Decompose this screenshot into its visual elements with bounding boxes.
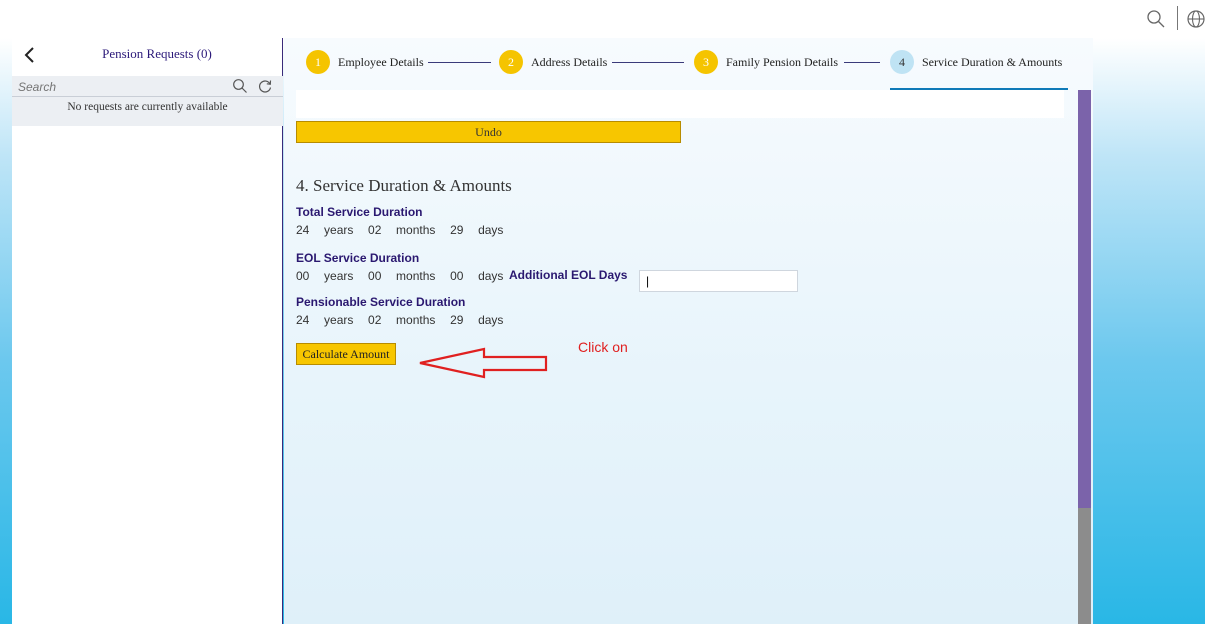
pensionable-service-duration-value: 24 years 02 months 29 days [296,313,504,327]
step-label: Address Details [531,54,608,69]
eol-service-duration-label: EOL Service Duration [296,251,420,265]
pension-requests-panel: Pension Requests (0) No requests are cur… [12,38,283,624]
step-employee-details[interactable]: 1 Employee Details [306,50,424,74]
step-connector [612,62,684,63]
eol-service-duration-value: 00 years 00 months 00 days [296,269,504,283]
empty-state-message: No requests are currently available [12,97,283,126]
total-service-duration-label: Total Service Duration [296,205,423,219]
step-number: 4 [890,50,914,74]
section-title: 4. Service Duration & Amounts [296,176,512,195]
undo-button[interactable]: Undo [296,121,681,143]
step-address-details[interactable]: 2 Address Details [499,50,607,74]
step-number: 1 [306,50,330,74]
globe-icon[interactable] [1186,9,1205,29]
search-bar [12,76,283,97]
panel-header: Pension Requests (0) [12,38,282,74]
step-connector [844,62,880,63]
annotation-arrow-icon [419,347,548,379]
search-icon[interactable] [232,78,248,94]
step-label: Employee Details [338,54,424,69]
search-input[interactable] [18,78,218,95]
back-chevron-icon[interactable] [20,45,40,65]
calculate-amount-button[interactable]: Calculate Amount [296,343,396,365]
step-connector [428,62,491,63]
main-panel: 1 Employee Details 2 Address Details 3 F… [284,38,1093,624]
wizard-stepper: 1 Employee Details 2 Address Details 3 F… [284,38,1093,90]
panel-title: Pension Requests (0) [102,46,212,61]
step-number: 2 [499,50,523,74]
step-label: Service Duration & Amounts [922,54,1063,69]
step-service-duration-amounts[interactable]: 4 Service Duration & Amounts [890,50,1062,74]
refresh-icon[interactable] [257,78,273,94]
content-header-strip [296,90,1064,118]
scrollbar-track[interactable] [1078,90,1091,624]
step-family-pension-details[interactable]: 3 Family Pension Details [694,50,838,74]
step-number: 3 [694,50,718,74]
total-service-duration-value: 24 years 02 months 29 days [296,223,504,237]
additional-eol-days-input[interactable] [639,270,798,292]
pensionable-service-duration-label: Pensionable Service Duration [296,295,466,309]
scrollbar-thumb[interactable] [1078,90,1091,508]
additional-eol-days-label: Additional EOL Days [509,268,628,282]
search-icon[interactable] [1146,9,1166,29]
top-bar [0,0,1205,38]
annotation-text: Click on [578,339,628,355]
topbar-separator [1177,6,1178,30]
step-content: Undo 4. Service Duration & Amounts Total… [284,90,1064,624]
step-label: Family Pension Details [726,54,838,69]
